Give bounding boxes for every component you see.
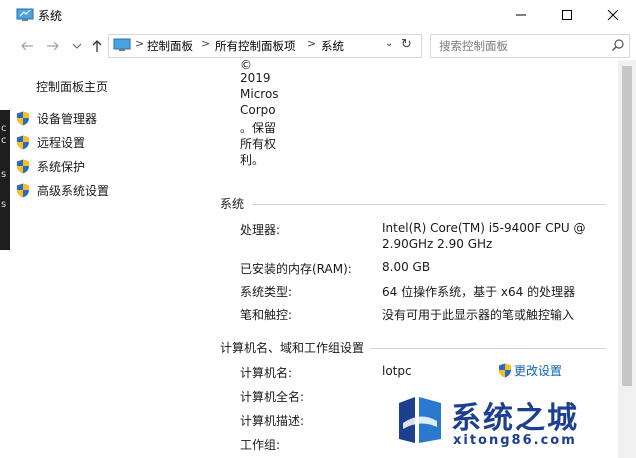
back-button[interactable] bbox=[16, 36, 38, 56]
ram-label: 已安装的内存(RAM): bbox=[240, 262, 352, 276]
copyright-text: 所有权 bbox=[240, 137, 277, 151]
arrow-left-icon bbox=[21, 41, 33, 51]
search-icon[interactable] bbox=[611, 38, 625, 52]
copyright-text: 。保留 bbox=[240, 121, 277, 135]
forward-button[interactable] bbox=[42, 36, 64, 56]
sidebar-item-label: 系统保护 bbox=[37, 159, 86, 174]
watermark-subtitle: xitong86.com bbox=[453, 433, 577, 448]
breadcrumb-separator: > bbox=[135, 37, 145, 50]
pen-touch-value: 没有可用于此显示器的笔或触控输入 bbox=[382, 308, 575, 322]
sidebar-home-link[interactable]: 控制面板主页 bbox=[36, 78, 108, 95]
navigation-bar: > 控制面板 > 所有控制面板项 > 系统 ⌄ ↻ 搜索控制面板 bbox=[10, 32, 636, 60]
background-glyph: s bbox=[1, 169, 7, 180]
section-title-computer-name: 计算机名、域和工作组设置 bbox=[220, 341, 365, 355]
refresh-icon[interactable]: ↻ bbox=[401, 37, 412, 52]
section-divider bbox=[370, 348, 606, 349]
background-glyph: s bbox=[1, 199, 7, 210]
scrollbar-thumb[interactable] bbox=[622, 66, 632, 386]
shield-icon bbox=[17, 111, 29, 125]
search-input[interactable]: 搜索控制面板 bbox=[439, 38, 508, 54]
minimize-button[interactable] bbox=[498, 0, 544, 30]
sidebar-item-remote-settings[interactable]: 远程设置 bbox=[16, 133, 85, 151]
copyright-text: 利。 bbox=[240, 153, 265, 167]
maximize-icon bbox=[562, 10, 572, 20]
chevron-down-icon bbox=[72, 43, 82, 49]
window-title: 系统 bbox=[38, 9, 63, 23]
processor-label: 处理器: bbox=[240, 223, 281, 237]
shield-icon bbox=[17, 183, 29, 197]
computer-description-label: 计算机描述: bbox=[240, 414, 305, 428]
close-button[interactable] bbox=[590, 0, 636, 30]
change-settings-link[interactable]: 更改设置 bbox=[498, 362, 562, 379]
watermark-title: 系统之城 bbox=[451, 401, 579, 436]
breadcrumb-separator: > bbox=[307, 37, 317, 50]
copyright-text: Corpo bbox=[240, 103, 276, 117]
sidebar-item-device-manager[interactable]: 设备管理器 bbox=[16, 109, 97, 127]
computer-name-label: 计算机名: bbox=[240, 366, 293, 380]
watermark-logo-icon bbox=[399, 397, 441, 443]
sidebar: 控制面板主页 设备管理器 远程设置 系统保护 高级系统设置 bbox=[10, 60, 200, 458]
breadcrumb-system[interactable]: 系统 bbox=[321, 38, 344, 54]
processor-speed-value: 2.90GHz 2.90 GHz bbox=[382, 237, 493, 251]
arrow-right-icon bbox=[47, 41, 59, 51]
breadcrumb-separator: > bbox=[201, 37, 211, 50]
copyright-text: 2019 bbox=[240, 71, 271, 85]
address-dropdown-icon[interactable]: ⌄ bbox=[385, 38, 393, 49]
system-type-label: 系统类型: bbox=[240, 285, 293, 299]
breadcrumb-all-items[interactable]: 所有控制面板项 bbox=[215, 38, 296, 54]
shield-icon bbox=[17, 159, 29, 173]
arrow-up-icon bbox=[92, 40, 102, 52]
processor-value: Intel(R) Core(TM) i5-9400F CPU @ bbox=[382, 221, 586, 235]
search-box[interactable]: 搜索控制面板 bbox=[430, 34, 630, 58]
watermark: 系统之城 xitong86.com bbox=[393, 391, 631, 453]
sidebar-item-label: 远程设置 bbox=[37, 135, 86, 150]
recent-locations-button[interactable] bbox=[66, 36, 88, 56]
change-settings-label[interactable]: 更改设置 bbox=[514, 362, 562, 379]
sidebar-item-label: 设备管理器 bbox=[37, 111, 98, 126]
computer-name-value: lotpc bbox=[382, 364, 412, 378]
workgroup-label: 工作组: bbox=[240, 438, 281, 452]
full-computer-name-label: 计算机全名: bbox=[240, 390, 305, 404]
copyright-text: Micros bbox=[240, 87, 279, 101]
close-icon bbox=[607, 9, 619, 21]
minimize-icon bbox=[516, 14, 526, 16]
shield-icon bbox=[17, 135, 29, 149]
sidebar-item-system-protection[interactable]: 系统保护 bbox=[16, 157, 85, 175]
sidebar-item-label: 高级系统设置 bbox=[37, 183, 110, 198]
background-glyph: c bbox=[1, 135, 7, 146]
background-app-edge: c c s s bbox=[0, 110, 10, 250]
system-type-value: 64 位操作系统，基于 x64 的处理器 bbox=[382, 285, 576, 299]
copyright-text: © bbox=[240, 58, 252, 72]
sidebar-item-advanced-settings[interactable]: 高级系统设置 bbox=[16, 181, 109, 199]
background-glyph: c bbox=[1, 123, 7, 134]
maximize-button[interactable] bbox=[544, 0, 590, 30]
section-divider bbox=[252, 204, 606, 205]
shield-icon bbox=[499, 363, 511, 378]
up-button[interactable] bbox=[86, 36, 108, 56]
breadcrumb-control-panel[interactable]: 控制面板 bbox=[147, 38, 193, 54]
section-title-system: 系统 bbox=[220, 197, 245, 211]
system-monitor-icon bbox=[16, 8, 34, 21]
title-bar: 系统 bbox=[10, 0, 636, 32]
pen-touch-label: 笔和触控: bbox=[240, 308, 293, 322]
address-bar[interactable]: > 控制面板 > 所有控制面板项 > 系统 ⌄ ↻ bbox=[108, 34, 422, 58]
ram-value: 8.00 GB bbox=[382, 260, 431, 274]
control-panel-icon bbox=[113, 38, 131, 51]
